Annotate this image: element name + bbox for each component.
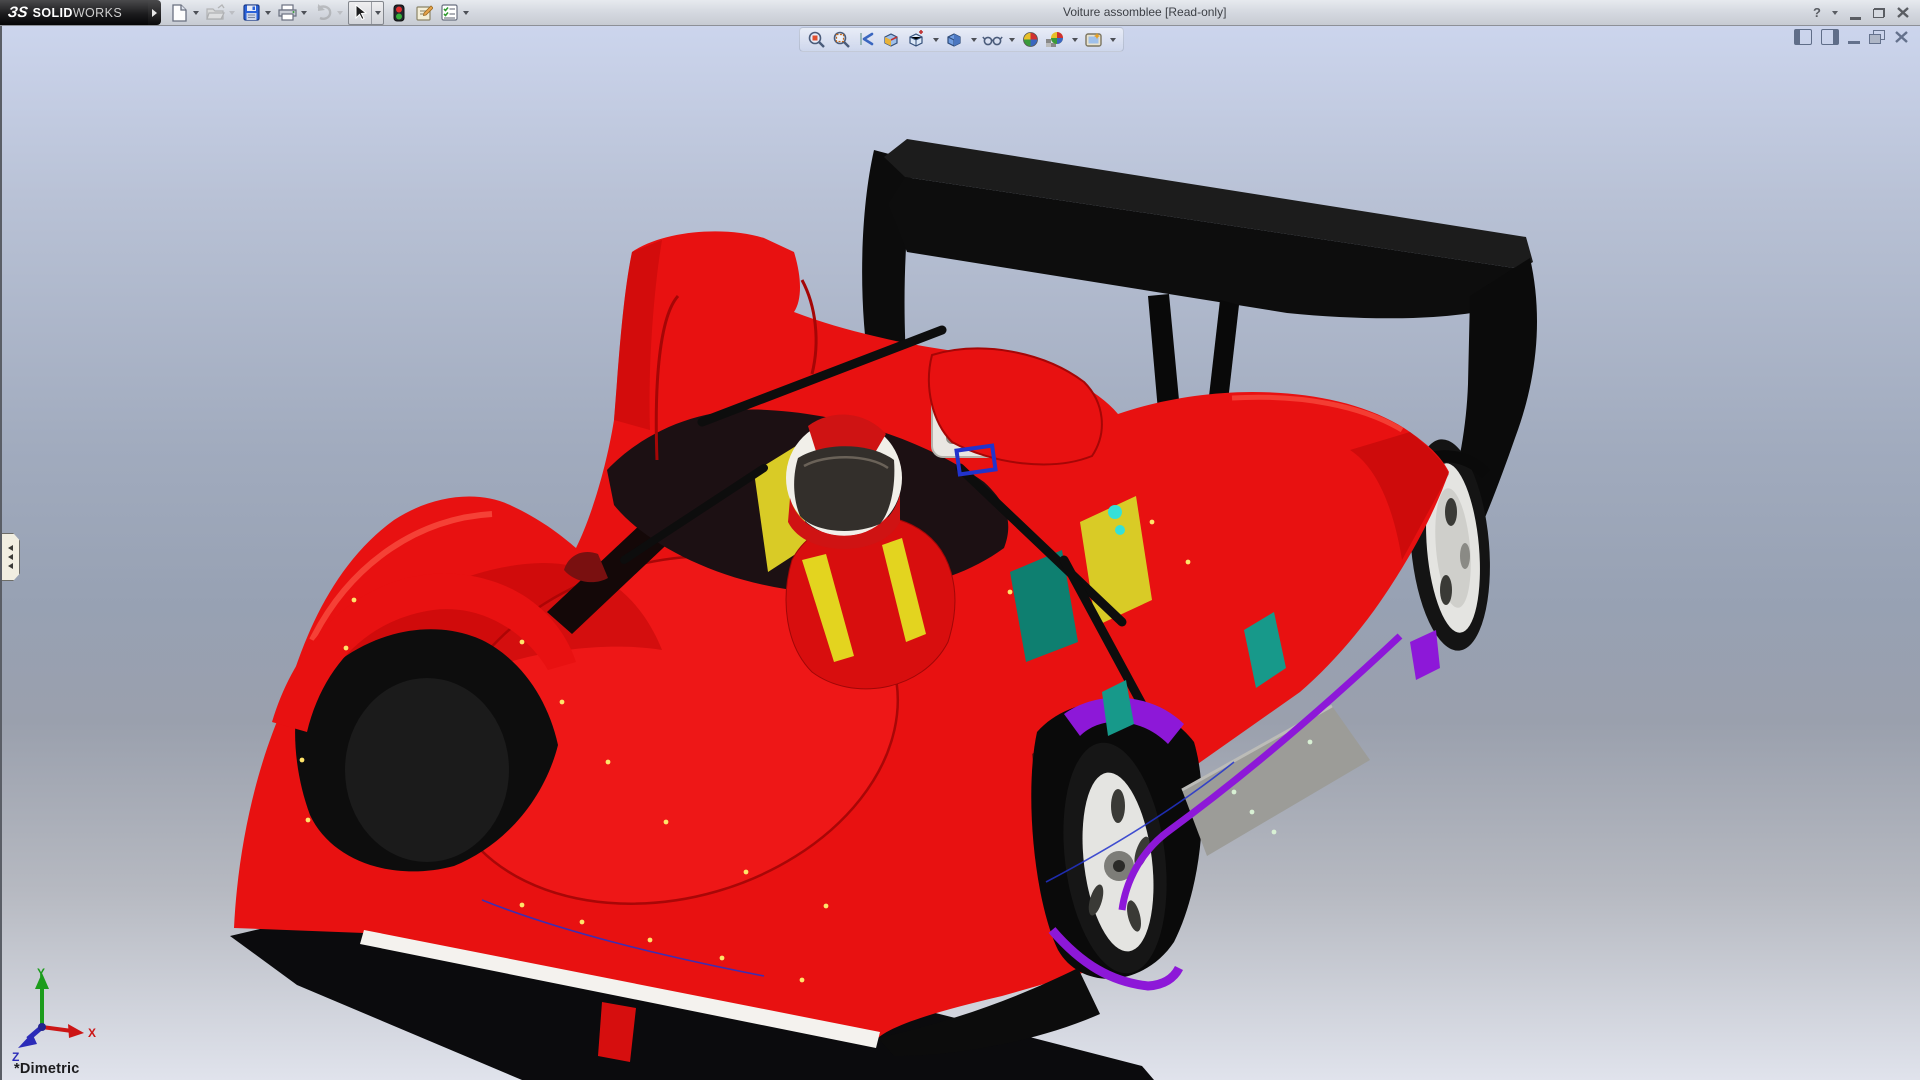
document-minimize-button[interactable] bbox=[1848, 30, 1860, 44]
view-orientation-icon[interactable] bbox=[906, 29, 927, 50]
open-document-dropdown[interactable] bbox=[226, 2, 237, 24]
document-close-button[interactable] bbox=[1894, 30, 1910, 44]
document-restore-button[interactable] bbox=[1869, 30, 1885, 44]
triad-x-axis: X bbox=[42, 1024, 96, 1040]
document-window-controls bbox=[1794, 29, 1910, 45]
main-toolbar bbox=[168, 0, 474, 25]
triad-z-axis: Z bbox=[12, 1027, 42, 1064]
feature-tree-collapsed-tab[interactable] bbox=[2, 533, 20, 581]
window-controls: ? bbox=[1808, 0, 1912, 25]
print-button[interactable] bbox=[276, 2, 298, 24]
new-document-dropdown[interactable] bbox=[190, 2, 201, 24]
car-3d-model[interactable] bbox=[2, 25, 1920, 1080]
previous-view-icon[interactable] bbox=[856, 29, 877, 50]
collapse-arrow-icon bbox=[8, 554, 13, 560]
undo-button[interactable] bbox=[312, 2, 334, 24]
window-title: Voiture assomblee [Read-only] bbox=[1063, 5, 1226, 19]
select-tool-group bbox=[348, 1, 384, 25]
heads-up-view-toolbar bbox=[799, 27, 1124, 52]
solidworks-logo: ЗS SOLIDWORKS bbox=[0, 0, 148, 25]
display-style-dropdown[interactable] bbox=[969, 29, 978, 51]
edit-appearance-icon[interactable] bbox=[1020, 29, 1041, 50]
help-dropdown[interactable] bbox=[1832, 11, 1840, 15]
svg-text:X: X bbox=[88, 1026, 96, 1040]
print-dropdown[interactable] bbox=[298, 2, 309, 24]
collapse-arrow-icon bbox=[8, 563, 13, 569]
save-button[interactable] bbox=[240, 2, 262, 24]
solidworks-logo-mark: ЗS bbox=[7, 4, 29, 21]
brand-works-text: WORKS bbox=[73, 6, 122, 20]
title-bar: ЗS SOLIDWORKS bbox=[0, 0, 1920, 26]
section-view-icon[interactable] bbox=[881, 29, 902, 50]
help-button[interactable]: ? bbox=[1808, 4, 1826, 22]
select-tool-dropdown[interactable] bbox=[372, 2, 383, 24]
zoom-to-fit-icon[interactable] bbox=[806, 29, 827, 50]
pane-right-icon[interactable] bbox=[1821, 29, 1839, 45]
undo-dropdown[interactable] bbox=[334, 2, 345, 24]
rebuild-traffic-light-button[interactable] bbox=[388, 2, 410, 24]
apply-scene-dropdown[interactable] bbox=[1070, 29, 1079, 51]
brand-solid-text: SOLID bbox=[33, 6, 73, 20]
file-properties-button[interactable] bbox=[413, 2, 435, 24]
open-document-button[interactable] bbox=[204, 2, 226, 24]
zoom-to-area-icon[interactable] bbox=[831, 29, 852, 50]
apply-scene-icon[interactable] bbox=[1045, 29, 1066, 50]
options-button[interactable] bbox=[438, 2, 460, 24]
options-dropdown[interactable] bbox=[460, 2, 471, 24]
svg-text:Y: Y bbox=[37, 966, 45, 980]
menu-expand-arrow[interactable] bbox=[148, 0, 161, 25]
view-orientation-dropdown[interactable] bbox=[931, 29, 940, 51]
restore-button[interactable] bbox=[1870, 4, 1888, 22]
collapse-arrow-icon bbox=[8, 545, 13, 551]
pane-left-icon[interactable] bbox=[1794, 29, 1812, 45]
new-document-button[interactable] bbox=[168, 2, 190, 24]
view-settings-icon[interactable] bbox=[1083, 29, 1104, 50]
select-tool-button[interactable] bbox=[349, 2, 372, 24]
triad-origin bbox=[38, 1023, 46, 1031]
view-orientation-label: *Dimetric bbox=[14, 1061, 79, 1077]
view-settings-dropdown[interactable] bbox=[1108, 29, 1117, 51]
minimize-button[interactable] bbox=[1846, 4, 1864, 22]
save-dropdown[interactable] bbox=[262, 2, 273, 24]
display-style-icon[interactable] bbox=[944, 29, 965, 50]
triad-y-axis: Y bbox=[35, 966, 49, 1027]
close-button[interactable] bbox=[1894, 4, 1912, 22]
hide-show-items-icon[interactable] bbox=[982, 29, 1003, 50]
graphics-viewport[interactable]: Z Y X *Dimetric bbox=[0, 25, 1920, 1080]
hide-show-dropdown[interactable] bbox=[1007, 29, 1016, 51]
